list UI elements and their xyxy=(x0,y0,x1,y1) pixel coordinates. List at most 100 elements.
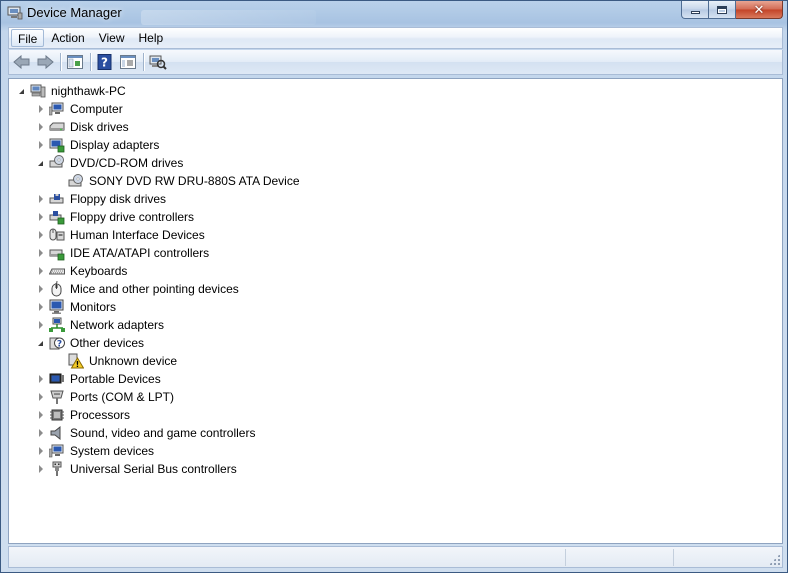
tree-item-label: Processors xyxy=(70,408,131,422)
status-panel xyxy=(673,549,781,566)
close-button[interactable]: ✕ xyxy=(736,1,783,19)
expand-arrow-icon[interactable] xyxy=(36,105,45,114)
tree-category-disk-drives[interactable]: Disk drives xyxy=(36,118,129,136)
scan-hardware-changes-button[interactable] xyxy=(147,52,169,72)
collapse-arrow-icon[interactable] xyxy=(36,159,45,168)
device-tree-panel: nighthawk-PC Computer Disk drives Display a… xyxy=(8,78,783,544)
collapse-arrow-icon[interactable] xyxy=(17,87,26,96)
title-bar[interactable]: Device Manager ✕ xyxy=(1,1,787,27)
tree-category-sound-video-and-game-controllers[interactable]: Sound, video and game controllers xyxy=(36,424,255,442)
sound-icon xyxy=(49,425,65,441)
svg-text:?: ? xyxy=(57,340,62,350)
window-controls: ✕ xyxy=(681,1,783,19)
dvd-device-icon xyxy=(68,173,84,189)
system-device-icon xyxy=(48,443,65,459)
expand-arrow-icon[interactable] xyxy=(36,249,45,258)
tree-root-nighthawk-pc[interactable]: nighthawk-PC xyxy=(17,82,126,100)
expand-arrow-icon[interactable] xyxy=(36,141,45,150)
expand-arrow-icon[interactable] xyxy=(36,267,45,276)
expand-arrow-icon[interactable] xyxy=(36,393,45,402)
ide-controller-icon xyxy=(49,245,65,261)
minimize-icon xyxy=(690,11,700,14)
back-arrow-icon xyxy=(13,55,30,69)
menu-action[interactable]: Action xyxy=(44,28,91,48)
tree-category-system-devices[interactable]: System devices xyxy=(36,442,154,460)
tree-item-label: Disk drives xyxy=(70,120,129,134)
title-bar-blur-region xyxy=(141,10,316,25)
console-tree-icon xyxy=(67,55,83,69)
processor-icon xyxy=(49,407,65,423)
minimize-button[interactable] xyxy=(681,1,709,19)
expand-arrow-icon[interactable] xyxy=(36,285,45,294)
tree-item-label: System devices xyxy=(70,444,155,458)
expand-arrow-icon[interactable] xyxy=(36,375,45,384)
expand-arrow-icon[interactable] xyxy=(36,447,45,456)
tree-item-label: SONY DVD RW DRU-880S ATA Device xyxy=(89,174,300,188)
tree-category-other-devices[interactable]: ? Other devices xyxy=(36,334,144,352)
scan-hardware-icon xyxy=(149,55,167,70)
tree-category-monitors[interactable]: Monitors xyxy=(36,298,116,316)
keyboard-icon xyxy=(48,263,65,279)
tree-category-floppy-drive-controllers[interactable]: Floppy drive controllers xyxy=(36,208,194,226)
expand-arrow-icon[interactable] xyxy=(36,213,45,222)
collapse-arrow-icon[interactable] xyxy=(36,339,45,348)
expand-arrow-icon[interactable] xyxy=(36,123,45,132)
device-manager-window: Device Manager ✕ File Action View Help ?… xyxy=(0,0,788,573)
svg-text:?: ? xyxy=(101,56,108,70)
forward-button[interactable] xyxy=(34,52,56,72)
properties-icon xyxy=(120,55,136,69)
expand-arrow-icon[interactable] xyxy=(36,231,45,240)
menu-view[interactable]: View xyxy=(92,28,132,48)
network-adapter-icon xyxy=(49,317,65,333)
maximize-button[interactable] xyxy=(709,1,736,19)
tree-category-mice-and-other-pointing-devices[interactable]: Mice and other pointing devices xyxy=(36,280,239,298)
expand-arrow-icon[interactable] xyxy=(36,465,45,474)
expand-arrow-icon[interactable] xyxy=(36,429,45,438)
tree-device-unknown-device[interactable]: ! Unknown device xyxy=(55,352,177,370)
disk-drive-icon xyxy=(49,119,65,135)
status-panel xyxy=(565,549,673,566)
tree-item-label: Monitors xyxy=(70,300,117,314)
mouse-icon xyxy=(49,280,65,297)
show-hide-console-tree-button[interactable] xyxy=(64,52,86,72)
menu-file[interactable]: File xyxy=(11,29,45,47)
back-button[interactable] xyxy=(11,52,33,72)
tree-category-universal-serial-bus-controllers[interactable]: Universal Serial Bus controllers xyxy=(36,460,237,478)
tree-category-processors[interactable]: Processors xyxy=(36,406,130,424)
properties-button[interactable] xyxy=(117,52,139,72)
tree-category-keyboards[interactable]: Keyboards xyxy=(36,262,127,280)
expand-arrow-icon[interactable] xyxy=(36,195,45,204)
tree-category-display-adapters[interactable]: Display adapters xyxy=(36,136,159,154)
window-title: Device Manager xyxy=(27,5,122,20)
tree-item-label: Network adapters xyxy=(70,318,165,332)
dvd-drive-icon xyxy=(49,155,65,171)
tree-device-sony-dvd-rw-dru-880s-ata-device[interactable]: SONY DVD RW DRU-880S ATA Device xyxy=(55,172,300,190)
tree-category-computer[interactable]: Computer xyxy=(36,100,123,118)
tree-category-human-interface-devices[interactable]: Human Interface Devices xyxy=(36,226,205,244)
menu-help[interactable]: Help xyxy=(132,28,171,48)
tree-category-dvd-cd-rom-drives[interactable]: DVD/CD-ROM drives xyxy=(36,154,183,172)
expand-arrow-icon[interactable] xyxy=(36,411,45,420)
device-manager-app-icon xyxy=(7,6,23,20)
expand-arrow-icon[interactable] xyxy=(36,321,45,330)
tree-category-ports-com-lpt[interactable]: Ports (COM & LPT) xyxy=(36,388,174,406)
tree-category-network-adapters[interactable]: Network adapters xyxy=(36,316,164,334)
tree-category-ide-ata-atapi-controllers[interactable]: IDE ATA/ATAPI controllers xyxy=(36,244,209,262)
tree-category-portable-devices[interactable]: Portable Devices xyxy=(36,370,161,388)
forward-arrow-icon xyxy=(37,55,54,69)
tree-item-label: nighthawk-PC xyxy=(51,84,126,98)
usb-icon xyxy=(49,461,65,477)
portable-device-icon xyxy=(49,371,65,387)
tree-category-floppy-disk-drives[interactable]: Floppy disk drives xyxy=(36,190,166,208)
expand-arrow-icon[interactable] xyxy=(36,303,45,312)
tree-item-label: Portable Devices xyxy=(70,372,161,386)
toolbar-separator xyxy=(90,53,91,71)
help-button[interactable]: ? xyxy=(94,52,116,72)
tree-item-label: Other devices xyxy=(70,336,145,350)
tree-item-label: IDE ATA/ATAPI controllers xyxy=(70,246,210,260)
display-adapter-icon xyxy=(49,137,65,153)
toolbar: ? xyxy=(8,50,783,75)
computer-root-icon xyxy=(30,83,46,99)
